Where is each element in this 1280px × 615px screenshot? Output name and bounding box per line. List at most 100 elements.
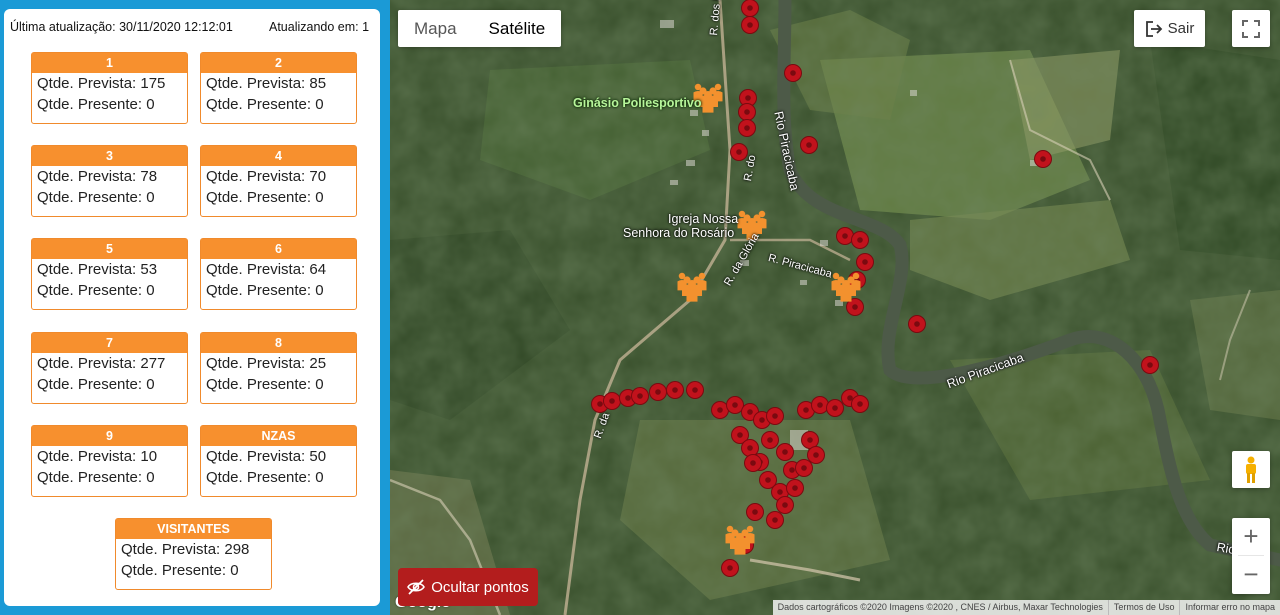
street-view-pegman-button[interactable] xyxy=(1232,451,1270,488)
group-card: 4 Qtde. Prevista: 70 Qtde. Presente: 0 xyxy=(200,145,357,217)
expected-count: Qtde. Prevista: 298 xyxy=(121,541,250,558)
map-type-map-button[interactable]: Mapa xyxy=(398,10,473,47)
zoom-control: + − xyxy=(1232,518,1270,594)
expected-count: Qtde. Prevista: 10 xyxy=(37,448,158,465)
map-point-marker[interactable] xyxy=(1034,150,1052,168)
map-point-marker[interactable] xyxy=(776,443,794,461)
last-update-text: Última atualização: 30/11/2020 12:12:01 xyxy=(10,20,233,34)
side-panel: Última atualização: 30/11/2020 12:12:01 … xyxy=(0,0,390,615)
map-point-marker[interactable] xyxy=(686,381,704,399)
present-count: Qtde. Presente: 0 xyxy=(121,562,239,579)
group-card-title: 1 xyxy=(32,53,187,73)
present-count: Qtde. Presente: 0 xyxy=(37,96,155,113)
map-point-marker[interactable] xyxy=(726,396,744,414)
expected-count: Qtde. Prevista: 53 xyxy=(37,261,158,278)
expected-count: Qtde. Prevista: 70 xyxy=(206,168,327,185)
expected-count: Qtde. Prevista: 85 xyxy=(206,75,327,92)
map-point-marker[interactable] xyxy=(761,431,779,449)
map-point-marker[interactable] xyxy=(800,136,818,154)
group-card: 9 Qtde. Prevista: 10 Qtde. Presente: 0 xyxy=(31,425,188,497)
fullscreen-button[interactable] xyxy=(1232,10,1270,47)
attribution-data: Dados cartográficos ©2020 Imagens ©2020 … xyxy=(777,602,1103,612)
map-point-marker[interactable] xyxy=(603,392,621,410)
map-point-marker[interactable] xyxy=(908,315,926,333)
present-count: Qtde. Presente: 0 xyxy=(37,469,155,486)
group-card-title: 2 xyxy=(201,53,356,73)
present-count: Qtde. Presente: 0 xyxy=(37,282,155,299)
map-point-marker[interactable] xyxy=(744,454,762,472)
expected-count: Qtde. Prevista: 64 xyxy=(206,261,327,278)
map-point-marker[interactable] xyxy=(666,381,684,399)
present-count: Qtde. Presente: 0 xyxy=(37,189,155,206)
report-error-link[interactable]: Informar erro no mapa xyxy=(1179,600,1280,615)
map-point-marker[interactable] xyxy=(746,503,764,521)
expected-count: Qtde. Prevista: 50 xyxy=(206,448,327,465)
present-count: Qtde. Presente: 0 xyxy=(206,96,324,113)
map-point-marker[interactable] xyxy=(631,387,649,405)
group-card: 5 Qtde. Prevista: 53 Qtde. Presente: 0 xyxy=(31,238,188,310)
map-point-marker[interactable] xyxy=(738,103,756,121)
group-card: VISITANTES Qtde. Prevista: 298 Qtde. Prese… xyxy=(115,518,272,590)
map-point-marker[interactable] xyxy=(786,479,804,497)
map-point-marker[interactable] xyxy=(766,511,784,529)
group-card: 6 Qtde. Prevista: 64 Qtde. Presente: 0 xyxy=(200,238,357,310)
zoom-out-button[interactable]: − xyxy=(1232,556,1270,593)
group-card: 3 Qtde. Prevista: 78 Qtde. Presente: 0 xyxy=(31,145,188,217)
updating-countdown: Atualizando em: 1 xyxy=(269,20,370,34)
present-count: Qtde. Presente: 0 xyxy=(206,469,324,486)
expected-count: Qtde. Prevista: 175 xyxy=(37,75,166,92)
group-card-title: 5 xyxy=(32,239,187,259)
map-point-marker[interactable] xyxy=(738,119,756,137)
map-point-marker[interactable] xyxy=(741,0,759,17)
zoom-in-button[interactable]: + xyxy=(1232,518,1270,555)
group-card-title: 8 xyxy=(201,333,356,353)
pegman-icon xyxy=(1246,456,1256,483)
map-point-marker[interactable] xyxy=(1141,356,1159,374)
fullscreen-icon xyxy=(1242,19,1260,38)
map-attribution: Dados cartográficos ©2020 Imagens ©2020 … xyxy=(772,600,1280,615)
hide-points-label: Ocultar pontos xyxy=(431,578,529,596)
map-point-marker[interactable] xyxy=(807,446,825,464)
group-card: 8 Qtde. Prevista: 25 Qtde. Presente: 0 xyxy=(200,332,357,404)
map-point-marker[interactable] xyxy=(721,559,739,577)
group-card: 7 Qtde. Prevista: 277 Qtde. Presente: 0 xyxy=(31,332,188,404)
map-point-marker[interactable] xyxy=(711,401,729,419)
expected-count: Qtde. Prevista: 78 xyxy=(37,168,158,185)
map-view[interactable]: Ginásio Poliesportivo Igreja Nossa Senhora… xyxy=(390,0,1280,615)
map-point-marker[interactable] xyxy=(784,64,802,82)
map-point-marker[interactable] xyxy=(741,16,759,34)
map-place-label: Ginásio Poliesportivo xyxy=(573,96,702,110)
group-card-title: VISITANTES xyxy=(116,519,271,539)
map-type-satellite-button[interactable]: Satélite xyxy=(473,10,562,47)
map-point-marker[interactable] xyxy=(856,253,874,271)
group-card: 2 Qtde. Prevista: 85 Qtde. Presente: 0 xyxy=(200,52,357,124)
group-card-title: 3 xyxy=(32,146,187,166)
map-point-marker[interactable] xyxy=(801,431,819,449)
expected-count: Qtde. Prevista: 25 xyxy=(206,355,327,372)
status-bar: Última atualização: 30/11/2020 12:12:01 … xyxy=(10,20,380,38)
present-count: Qtde. Presente: 0 xyxy=(37,376,155,393)
map-point-marker[interactable] xyxy=(766,407,784,425)
terms-link[interactable]: Termos de Uso xyxy=(1107,600,1180,615)
map-type-control: Mapa Satélite xyxy=(398,10,562,47)
present-count: Qtde. Presente: 0 xyxy=(206,189,324,206)
group-card-title: 9 xyxy=(32,426,187,446)
logout-icon xyxy=(1145,20,1162,37)
map-point-marker[interactable] xyxy=(826,399,844,417)
group-people-icon[interactable] xyxy=(677,272,707,302)
map-point-marker[interactable] xyxy=(811,396,829,414)
map-point-marker[interactable] xyxy=(776,496,794,514)
map-place-label: Igreja Nossa xyxy=(668,212,739,226)
map-point-marker[interactable] xyxy=(741,439,759,457)
map-point-marker[interactable] xyxy=(795,459,813,477)
map-point-marker[interactable] xyxy=(649,383,667,401)
map-point-marker[interactable] xyxy=(851,231,869,249)
hide-points-button[interactable]: Ocultar pontos xyxy=(398,568,538,606)
present-count: Qtde. Presente: 0 xyxy=(206,282,324,299)
exit-button[interactable]: Sair xyxy=(1134,10,1205,47)
map-point-marker[interactable] xyxy=(851,395,869,413)
group-card-title: 4 xyxy=(201,146,356,166)
map-point-marker[interactable] xyxy=(836,227,854,245)
group-card-title: 7 xyxy=(32,333,187,353)
group-people-icon[interactable] xyxy=(831,272,861,302)
